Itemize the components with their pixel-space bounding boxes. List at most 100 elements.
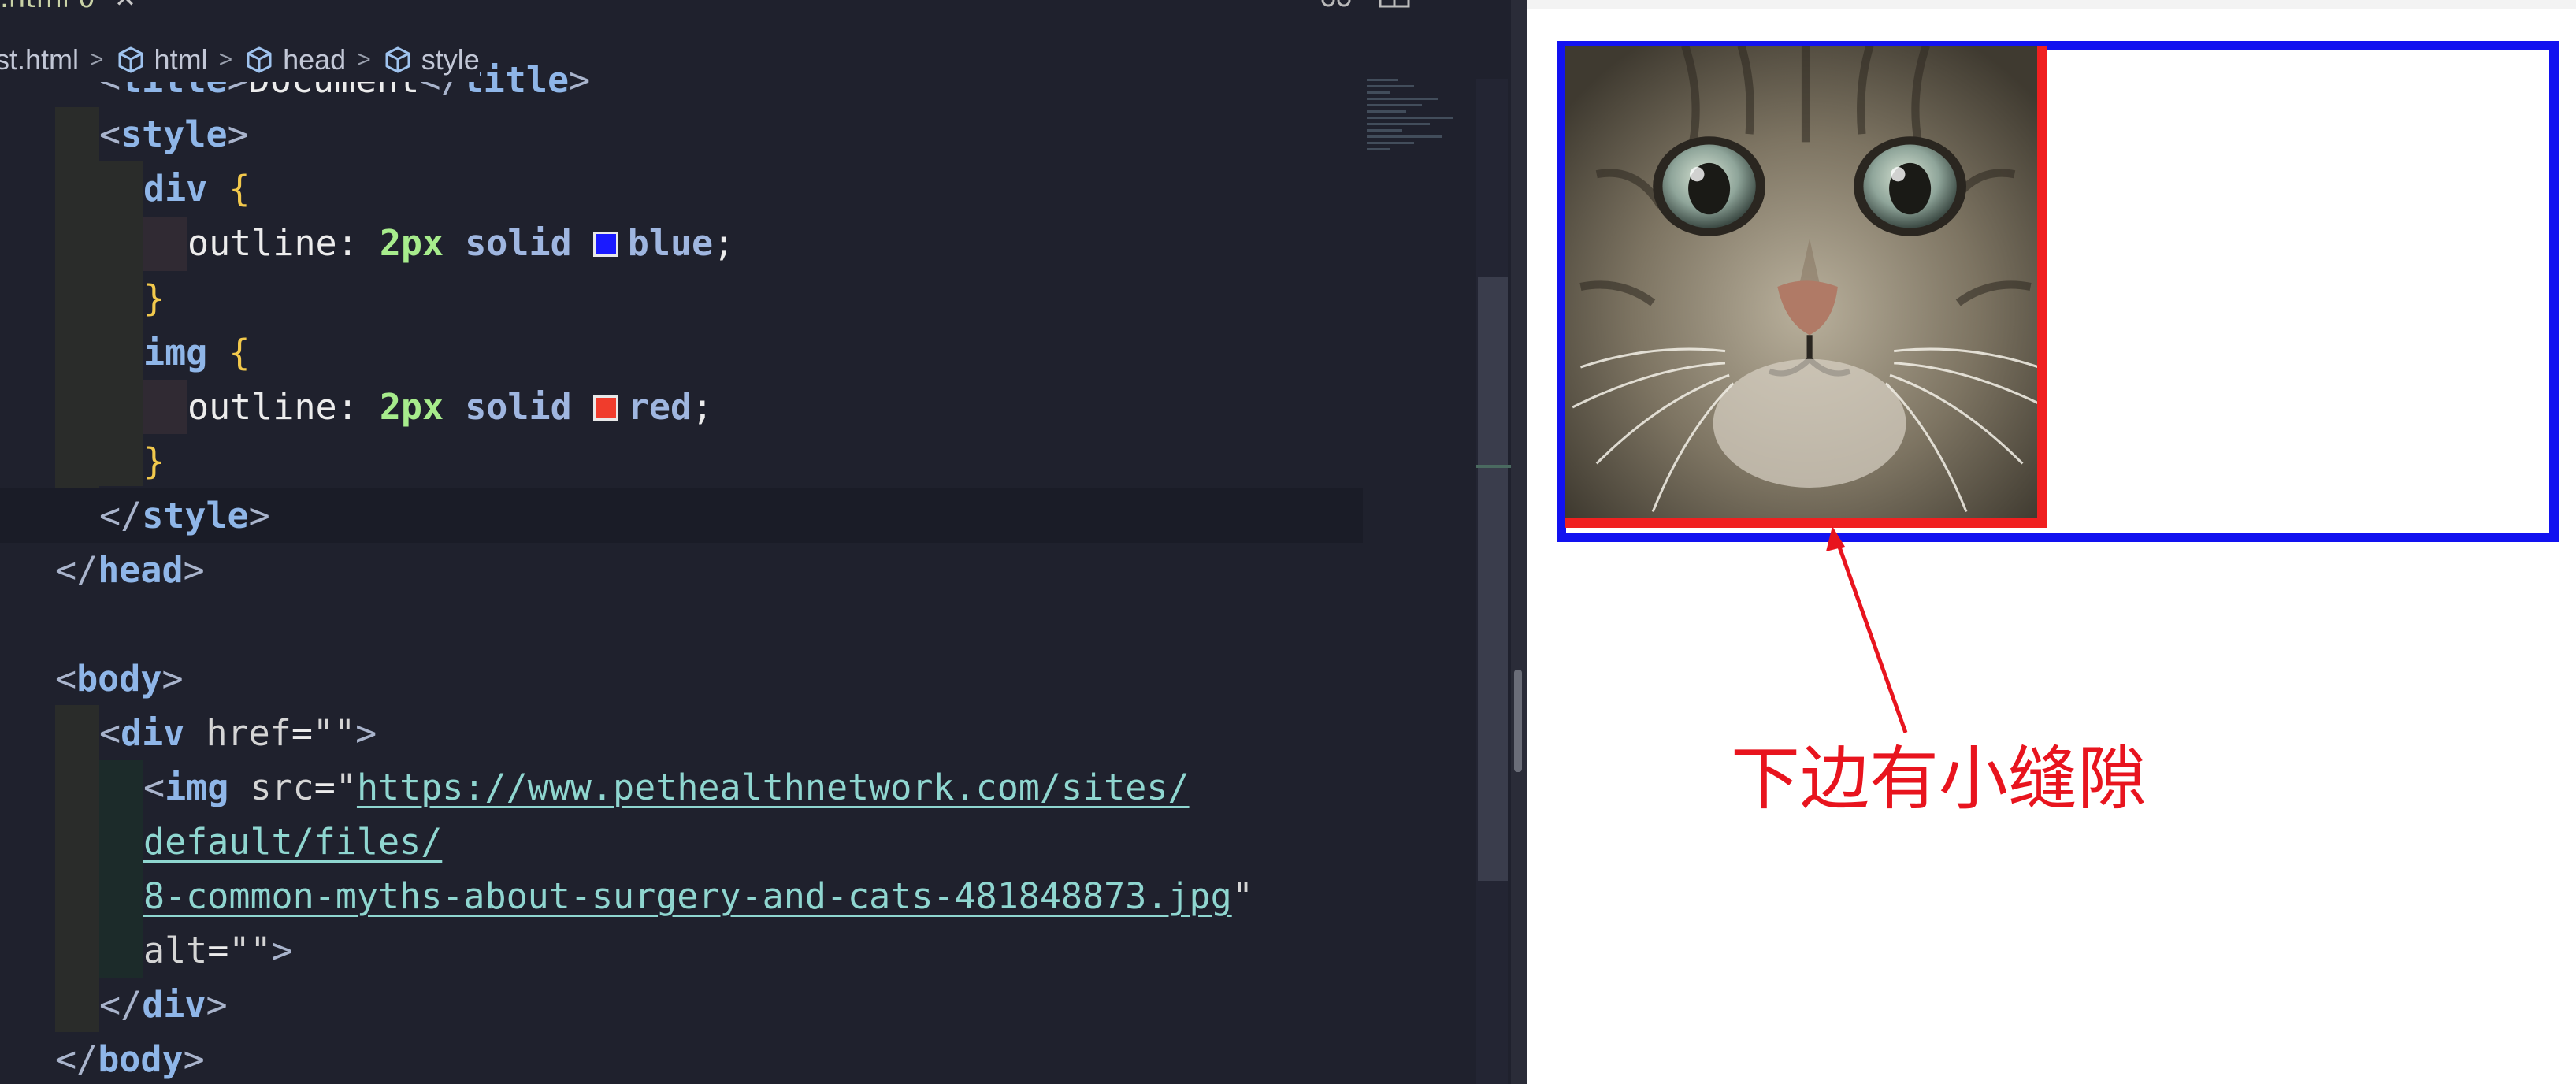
code-line[interactable]: outline: 2px solid blue; xyxy=(0,216,1363,270)
code-line[interactable]: } xyxy=(0,434,1363,488)
cube-icon xyxy=(247,46,272,73)
code-token: > xyxy=(271,930,293,971)
code-line[interactable]: </body> xyxy=(0,1032,1363,1084)
code-token: = xyxy=(291,712,313,754)
code-line[interactable]: </head> xyxy=(0,543,1363,597)
breadcrumb-item-head[interactable]: head xyxy=(243,43,346,76)
browser-preview-pane: 下边有小缝隙 xyxy=(1527,0,2576,1084)
code-token: } xyxy=(143,277,165,319)
code-line[interactable]: div { xyxy=(0,161,1363,216)
color-swatch-icon[interactable] xyxy=(592,232,618,257)
code-token: 2px xyxy=(379,386,444,428)
code-token: outline xyxy=(187,222,337,264)
code-token: solid xyxy=(465,386,572,428)
code-token: > xyxy=(161,658,184,700)
code-area[interactable]: <title>Document</title><style>div {outli… xyxy=(0,0,1363,1084)
code-token: > xyxy=(569,59,591,101)
annotation-arrow xyxy=(1826,526,1908,733)
code-token: "" xyxy=(312,712,356,754)
code-token: blue xyxy=(627,222,714,264)
code-token: > xyxy=(355,712,377,754)
annotation-label: 下边有小缝隙 xyxy=(1731,738,2147,819)
breadcrumb-item-style[interactable]: style xyxy=(382,43,480,76)
cube-icon xyxy=(385,46,410,73)
code-token: default/files/ xyxy=(143,821,443,863)
code-line[interactable]: <body> xyxy=(0,652,1363,706)
code-token: src xyxy=(228,767,314,808)
code-token: : xyxy=(336,222,380,264)
code-line[interactable]: <style> xyxy=(0,107,1363,161)
minimap[interactable] xyxy=(1367,79,1461,181)
code-token: < xyxy=(99,712,121,754)
code-token: href xyxy=(184,712,291,754)
pane-splitter[interactable] xyxy=(1511,0,1527,1084)
chevron-right-icon: > xyxy=(90,46,104,72)
code-token: > xyxy=(248,495,270,536)
code-token: = xyxy=(314,767,336,808)
code-token: = xyxy=(207,930,229,971)
code-token: < xyxy=(55,658,77,700)
code-line[interactable]: alt=""> xyxy=(0,923,1363,978)
scroll-position-marker xyxy=(1476,465,1511,468)
code-token: div xyxy=(143,168,208,210)
code-token: < xyxy=(143,767,165,808)
code-token: https://www.pethealthnetwork.com/sites/ xyxy=(356,767,1190,808)
code-token: div xyxy=(121,712,185,754)
code-token: > xyxy=(227,113,249,155)
code-line[interactable]: <div href=""> xyxy=(0,706,1363,760)
code-token: > xyxy=(206,984,228,1026)
code-line[interactable]: } xyxy=(0,271,1363,325)
code-token: solid xyxy=(465,222,572,264)
code-token: style xyxy=(121,113,228,155)
code-token: </ xyxy=(55,549,98,591)
code-line[interactable]: outline: 2px solid red; xyxy=(0,380,1363,434)
code-token: 2px xyxy=(379,222,444,264)
code-token: </ xyxy=(99,984,143,1026)
code-line[interactable]: <img src="https://www.pethealthnetwork.c… xyxy=(0,760,1363,815)
code-token: < xyxy=(99,113,121,155)
code-token: </ xyxy=(99,495,143,536)
splitter-handle[interactable] xyxy=(1514,670,1522,772)
code-token: style xyxy=(142,495,249,536)
split-editor-icon[interactable] xyxy=(1379,0,1410,9)
code-line[interactable]: 8-common-myths-about-surgery-and-cats-48… xyxy=(0,869,1363,923)
code-token: outline xyxy=(187,386,337,428)
breadcrumb: st.html > html > head > style xyxy=(0,38,480,82)
code-token: head xyxy=(98,549,184,591)
code-token: " xyxy=(1231,875,1253,917)
editor-scrollbar-thumb[interactable] xyxy=(1478,277,1508,881)
code-line[interactable]: default/files/ xyxy=(0,815,1363,869)
code-line[interactable]: </div> xyxy=(0,978,1363,1032)
breadcrumb-label: html xyxy=(154,43,208,76)
code-token: ; xyxy=(713,222,735,264)
breadcrumb-item-html[interactable]: html xyxy=(115,43,208,76)
code-token: > xyxy=(183,1038,205,1080)
breadcrumb-label: style xyxy=(421,43,480,76)
code-token: red xyxy=(627,386,692,428)
chevron-right-icon: > xyxy=(357,46,371,72)
cube-icon xyxy=(118,46,143,73)
code-token: alt xyxy=(143,930,208,971)
code-line[interactable]: img { xyxy=(0,325,1363,380)
color-swatch-icon[interactable] xyxy=(592,395,618,421)
code-token: : xyxy=(336,386,380,428)
code-line[interactable] xyxy=(0,597,1363,652)
code-editor-pane[interactable]: .html 0✕ <title>Document</title><style>d… xyxy=(0,0,1511,1084)
code-token: </ xyxy=(55,1038,98,1080)
code-token: " xyxy=(335,767,357,808)
breadcrumb-file[interactable]: st.html xyxy=(0,43,79,76)
code-token: } xyxy=(143,440,165,482)
code-token: { xyxy=(228,168,251,210)
code-line[interactable]: </style> xyxy=(0,488,1363,543)
code-token: 8-common-myths-about-surgery-and-cats-48… xyxy=(143,875,1232,917)
code-token: div xyxy=(142,984,206,1026)
code-token: img xyxy=(143,332,208,373)
code-token: ; xyxy=(692,386,714,428)
code-token: > xyxy=(183,549,205,591)
